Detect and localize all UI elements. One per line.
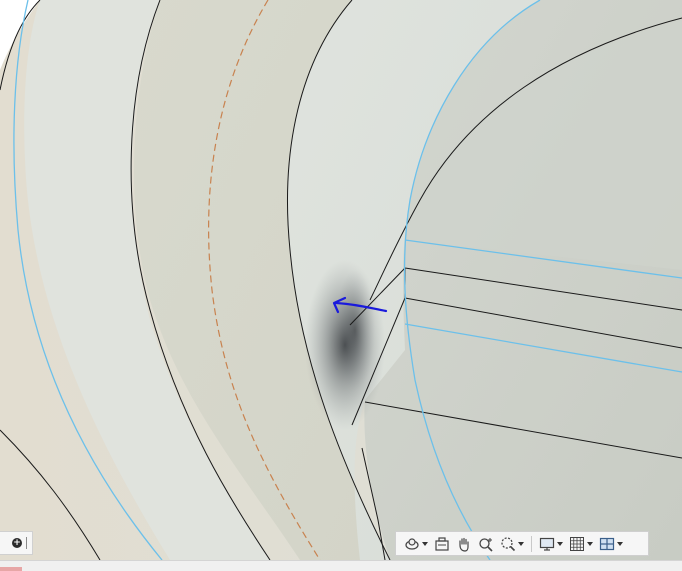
add-icon[interactable]: + [12, 538, 22, 548]
chevron-down-icon[interactable] [557, 541, 563, 546]
viewports-button[interactable] [597, 533, 625, 554]
display-settings-button[interactable] [537, 533, 565, 554]
zoom-window-icon [501, 536, 516, 551]
navigation-bar [395, 531, 649, 556]
chevron-down-icon[interactable] [422, 541, 428, 546]
chevron-down-icon[interactable] [518, 541, 524, 546]
zoom-window-button[interactable] [498, 533, 526, 554]
pan-button[interactable] [454, 533, 474, 554]
orbit-button[interactable] [402, 533, 430, 554]
tab-indicator[interactable] [0, 567, 22, 571]
orbit-icon [405, 537, 419, 550]
grid-button[interactable] [567, 533, 595, 554]
pan-hand-icon [459, 537, 469, 552]
zoom-button[interactable] [476, 533, 496, 554]
3d-viewport[interactable] [0, 0, 682, 560]
zoom-icon [479, 537, 493, 552]
app-window: + [0, 0, 682, 571]
monitor-icon [539, 537, 555, 551]
chevron-down-icon[interactable] [587, 541, 593, 546]
toolbar-separator [26, 537, 27, 549]
viewports-icon [599, 537, 615, 550]
chevron-down-icon[interactable] [617, 541, 623, 546]
status-strip [0, 560, 682, 571]
look-at-button[interactable] [432, 533, 452, 554]
shading-core [335, 270, 375, 390]
nav-separator [531, 535, 532, 552]
model-canvas[interactable] [0, 0, 682, 560]
grid-icon [570, 536, 584, 551]
mini-toolbar: + [0, 531, 33, 555]
look-at-icon [435, 536, 449, 551]
